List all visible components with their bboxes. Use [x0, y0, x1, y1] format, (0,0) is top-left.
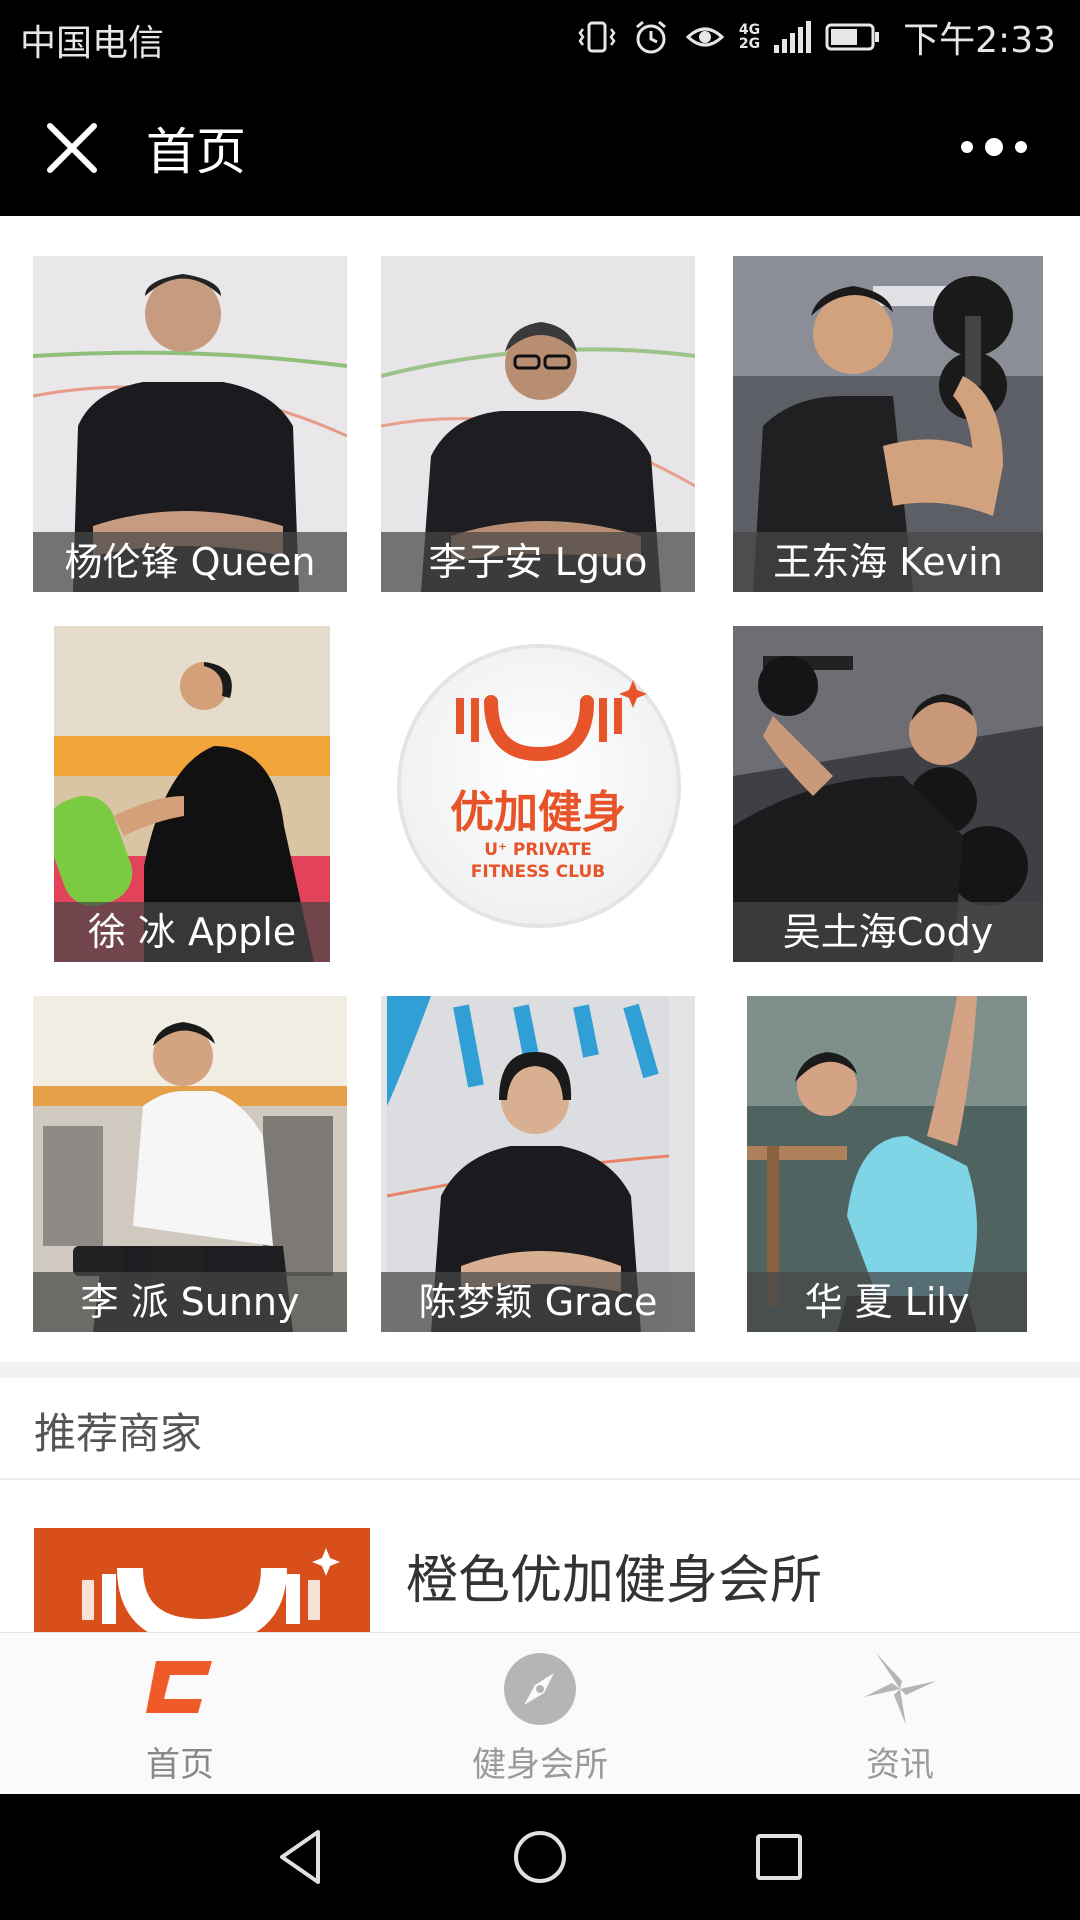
recents-icon — [756, 1834, 802, 1880]
eye-icon — [685, 17, 725, 57]
trainer-name-label: 李子安 Lguo — [381, 532, 695, 592]
more-button[interactable] — [944, 122, 1044, 172]
trainer-name-label: 徐 冰 Apple — [54, 902, 330, 962]
trainer-name-label: 吴土海Cody — [733, 902, 1043, 962]
tab-home-label: 首页 — [146, 1745, 214, 1785]
back-icon — [280, 1830, 320, 1884]
battery-icon — [825, 17, 881, 57]
trainer-name-label: 王东海 Kevin — [733, 532, 1043, 592]
close-icon — [47, 123, 97, 173]
trainer-card-grace[interactable]: 陈梦颖 Grace — [381, 996, 695, 1332]
trainer-name-label: 华 夏 Lily — [747, 1272, 1027, 1332]
more-dot — [985, 138, 1003, 156]
recommend-section-title: 推荐商家 — [34, 1409, 203, 1458]
trainer-card-kevin[interactable]: 王东海 Kevin — [733, 256, 1043, 592]
carrier-label: 中国电信 — [20, 23, 165, 64]
compass-icon — [504, 1653, 576, 1725]
section-separator — [0, 1478, 1080, 1480]
close-button[interactable] — [40, 116, 104, 180]
brand-name-en-2: FITNESS CLUB — [470, 862, 606, 882]
status-bar: 中国电信 4G 2G 下午2:33 — [0, 0, 1080, 76]
merchant-thumbnail[interactable] — [34, 1528, 370, 1632]
trainer-card-sunny[interactable]: 李 派 Sunny — [33, 996, 347, 1332]
status-time: 下午2:33 — [903, 20, 1056, 61]
tab-bar: 首页 健身会所 资讯 — [0, 1632, 1080, 1794]
status-icons: 4G 2G 下午2:33 — [577, 12, 1056, 62]
tab-news[interactable]: 资讯 — [720, 1633, 1080, 1795]
trainer-card-queen[interactable]: 杨伦锋 Queen — [33, 256, 347, 592]
trainer-card-lily[interactable]: 华 夏 Lily — [747, 996, 1027, 1332]
brand-name-en-1: U⁺ PRIVATE — [484, 840, 592, 860]
network-2g-label: 2G — [738, 36, 761, 52]
trainer-grid: 杨伦锋 Queen 李子安 Lguo 王东海 Kevin 徐 冰 Apple 优… — [0, 216, 1080, 1362]
tab-clubs[interactable]: 健身会所 — [360, 1633, 720, 1795]
more-dot — [1015, 141, 1027, 153]
nav-bar: 首页 — [0, 76, 1080, 216]
trainer-card-lguo[interactable]: 李子安 Lguo — [381, 256, 695, 592]
brand-name-cn: 优加健身 — [450, 787, 626, 838]
trainer-card-apple[interactable]: 徐 冰 Apple — [54, 626, 330, 962]
vibrate-icon — [577, 17, 617, 57]
alarm-icon — [631, 17, 671, 57]
page-title: 首页 — [146, 123, 246, 181]
tab-home[interactable]: 首页 — [0, 1633, 360, 1795]
home-button[interactable] — [507, 1824, 573, 1890]
network-type: 4G 2G — [739, 23, 760, 51]
tab-clubs-label: 健身会所 — [472, 1745, 608, 1785]
signal-icon — [774, 21, 812, 53]
system-nav-bar — [0, 1794, 1080, 1920]
trainer-card-cody[interactable]: 吴土海Cody — [733, 626, 1043, 962]
trainer-name-label: 李 派 Sunny — [33, 1272, 347, 1332]
section-divider — [0, 1362, 1080, 1378]
trainer-name-label: 陈梦颖 Grace — [381, 1272, 695, 1332]
pinwheel-icon — [864, 1653, 936, 1725]
merchant-name[interactable]: 橙色优加健身会所 — [406, 1538, 822, 1613]
recents-button[interactable] — [746, 1824, 812, 1890]
home-icon — [146, 1661, 212, 1713]
brand-logo-card[interactable]: 优加健身 U⁺ PRIVATE FITNESS CLUB — [381, 626, 695, 962]
back-button[interactable] — [268, 1824, 334, 1890]
trainer-name-label: 杨伦锋 Queen — [33, 532, 347, 592]
tab-news-label: 资讯 — [866, 1745, 934, 1785]
home-circle-icon — [514, 1831, 566, 1883]
merchant-logo-icon — [34, 1528, 370, 1632]
more-dot — [961, 141, 973, 153]
network-4g-label: 4G — [738, 22, 761, 38]
